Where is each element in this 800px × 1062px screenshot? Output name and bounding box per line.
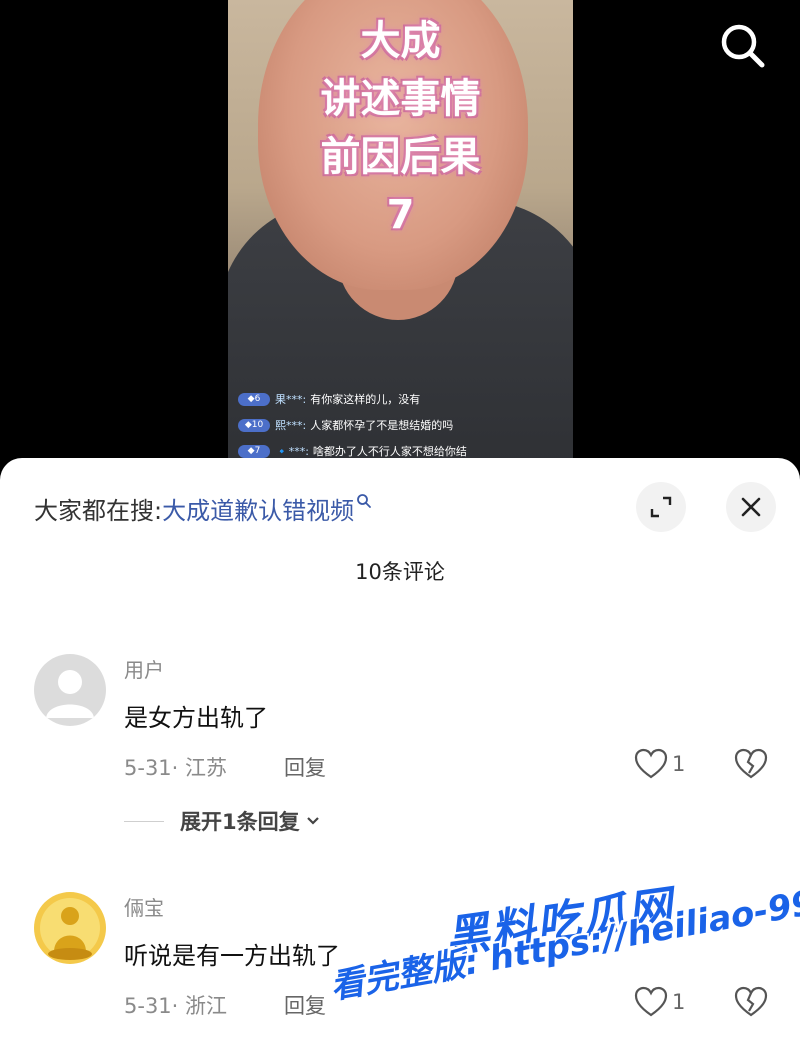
like-count: 1 xyxy=(672,990,686,1014)
comment-text: 是女方出轨了 xyxy=(124,704,268,732)
search-suggestion[interactable]: 大家都在搜: 大成道歉认错视频 xyxy=(34,488,372,528)
small-search-icon xyxy=(357,494,371,508)
expand-icon xyxy=(650,496,672,518)
like-count: 1 xyxy=(672,752,686,776)
close-button[interactable] xyxy=(726,482,776,532)
broken-heart-icon xyxy=(734,748,768,779)
video-title-overlay: 大成 讲述事情 前因后果 7 xyxy=(320,18,481,238)
live-comment-list: ◆ 6 果***: 有你家这样的儿，没有 ◆ 10 熙***: 人家都怀孕了不是想结… xyxy=(238,386,568,464)
search-button[interactable] xyxy=(715,18,771,74)
live-comment-user: 果***: xyxy=(275,393,307,406)
live-comment-text: 啥都办了人不行人家不想给你结 xyxy=(312,445,467,458)
expand-replies-button[interactable]: 展开1条回复 xyxy=(124,806,322,836)
live-comment: ◆ 6 果***: 有你家这样的儿，没有 xyxy=(238,386,568,412)
default-avatar-icon xyxy=(34,654,106,726)
fan-level-badge: ◆ 6 xyxy=(238,392,270,406)
search-suggestion-label: 大家都在搜: xyxy=(34,496,163,525)
avatar[interactable] xyxy=(34,654,106,726)
live-comment-text: 有你家这样的儿，没有 xyxy=(310,393,421,406)
comment-meta: 5-31· 浙江 xyxy=(124,994,228,1018)
live-comment-text: 人家都怀孕了不是想结婚的吗 xyxy=(310,419,454,432)
expand-replies-label: 展开1条回复 xyxy=(180,810,300,834)
divider xyxy=(124,820,164,822)
dislike-button[interactable] xyxy=(734,986,768,1022)
broken-heart-icon xyxy=(734,986,768,1017)
avatar[interactable] xyxy=(34,892,106,964)
video-frame[interactable]: 大成 讲述事情 前因后果 7 ◆ 6 果***: 有你家这样的儿，没有 ◆ 10 熙… xyxy=(228,0,573,470)
reply-button[interactable]: 回复 xyxy=(284,752,326,782)
chevron-down-icon xyxy=(306,817,319,825)
like-button[interactable]: 1 xyxy=(634,748,685,780)
dislike-button[interactable] xyxy=(734,748,768,784)
close-icon xyxy=(741,497,761,517)
live-comment-user: 🔹***: xyxy=(275,444,309,458)
live-comment-user: 熙***: xyxy=(275,419,307,432)
comment-text: 听说是有一方出轨了 xyxy=(124,942,340,970)
fan-level-badge: ◆ 7 xyxy=(238,444,270,458)
reply-button[interactable]: 回复 xyxy=(284,990,326,1020)
fullscreen-button[interactable] xyxy=(636,482,686,532)
buddha-avatar-icon xyxy=(34,892,106,964)
comment-username[interactable]: 倆宝 xyxy=(124,892,164,921)
comment-username[interactable]: 用户 xyxy=(124,654,164,683)
comment-meta: 5-31· 江苏 xyxy=(124,756,228,780)
fan-level-badge: ◆ 10 xyxy=(238,418,270,432)
comment-count: 10条评论 xyxy=(355,560,445,584)
live-comment: ◆ 10 熙***: 人家都怀孕了不是想结婚的吗 xyxy=(238,412,568,438)
search-icon xyxy=(721,24,765,68)
video-player[interactable]: 大成 讲述事情 前因后果 7 ◆ 6 果***: 有你家这样的儿，没有 ◆ 10 熙… xyxy=(0,0,800,470)
like-button[interactable]: 1 xyxy=(634,986,685,1018)
heart-icon xyxy=(634,986,668,1017)
search-suggestion-query[interactable]: 大成道歉认错视频 xyxy=(162,491,354,526)
heart-icon xyxy=(634,748,668,779)
